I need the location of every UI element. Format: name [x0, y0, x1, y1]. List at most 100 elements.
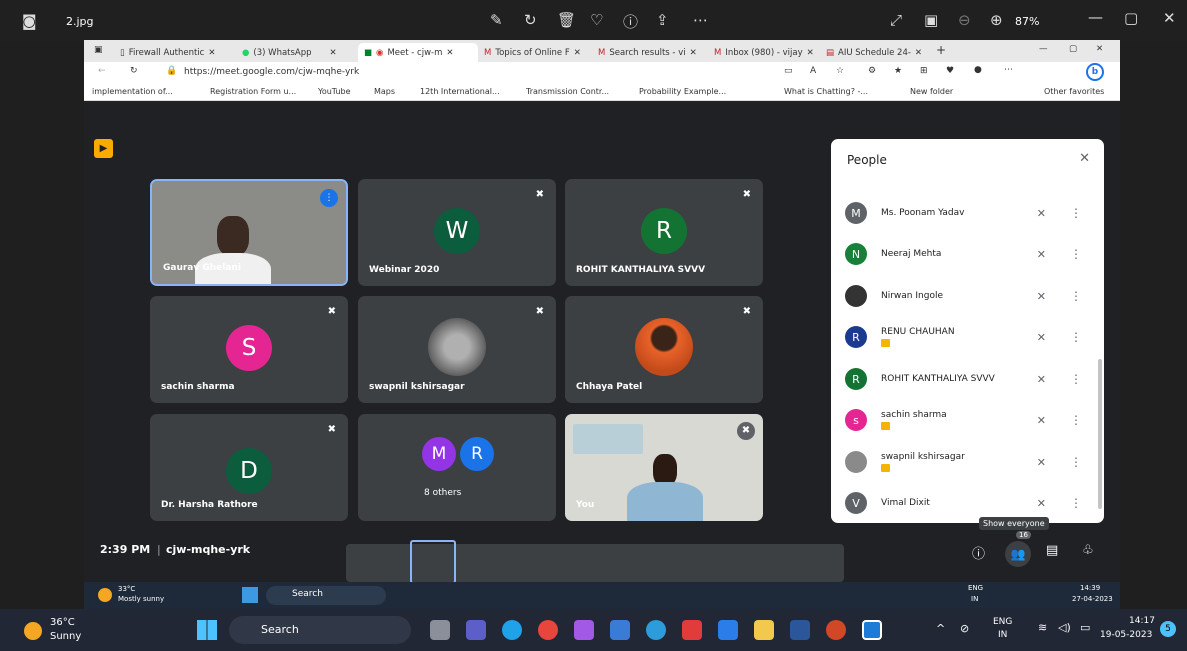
- wifi-icon[interactable]: ≋: [1038, 621, 1047, 634]
- participant-row[interactable]: swapnil kshirsagar ✕ ⋮: [845, 445, 1090, 479]
- fullscreen-icon[interactable]: ⤢: [890, 11, 902, 29]
- favorites-icon[interactable]: ★: [894, 66, 902, 76]
- more-options-icon[interactable]: ⋮: [1070, 496, 1082, 510]
- bookmark-item[interactable]: Transmission Contr...: [526, 87, 609, 96]
- read-aloud-icon[interactable]: A: [810, 66, 816, 76]
- fit-icon[interactable]: ▣: [924, 11, 938, 29]
- volume-icon[interactable]: ◁): [1058, 621, 1071, 634]
- share-icon[interactable]: ⇪: [656, 11, 669, 29]
- maximize-icon[interactable]: ▢: [1124, 9, 1138, 27]
- word-icon[interactable]: [790, 620, 810, 640]
- url-field[interactable]: https://meet.google.com/cjw-mqhe-yrk: [184, 67, 359, 77]
- favorite-star-icon[interactable]: ☆: [836, 66, 844, 76]
- people-icon[interactable]: 👥: [1005, 541, 1031, 567]
- more-options-icon[interactable]: ⋮: [1070, 206, 1082, 220]
- profile-icon[interactable]: ●: [974, 65, 982, 75]
- mcafee-icon[interactable]: [682, 620, 702, 640]
- collections-icon[interactable]: ⊞: [920, 66, 928, 76]
- zoom-out-icon[interactable]: ⊖: [958, 11, 971, 29]
- bookmark-item[interactable]: What is Chatting? -...: [784, 87, 868, 96]
- settings-more-icon[interactable]: ⋯: [1004, 65, 1013, 75]
- browser-minimize-icon[interactable]: —: [1039, 44, 1048, 54]
- tab-whatsapp[interactable]: ● (3) WhatsApp ✕: [236, 43, 358, 62]
- taskbar-search[interactable]: Search: [229, 616, 411, 644]
- tile-swapnil[interactable]: ✖ swapnil kshirsagar: [358, 296, 556, 403]
- tab-meet[interactable]: ■ ◉ Meet - cjw-m ✕: [358, 43, 478, 62]
- language[interactable]: ENG: [993, 617, 1012, 627]
- bookmark-folder-other[interactable]: Other favorites: [1044, 87, 1104, 96]
- favorite-icon[interactable]: ♡: [590, 11, 603, 29]
- tab-topics[interactable]: M Topics of Online F ✕: [478, 43, 592, 62]
- edge-icon[interactable]: [502, 620, 522, 640]
- extensions-icon[interactable]: ⚙: [868, 66, 876, 76]
- tab-close-icon[interactable]: ✕: [446, 48, 453, 58]
- browser-restore-icon[interactable]: ▢: [1069, 44, 1077, 54]
- participant-row[interactable]: R RENU CHAUHAN ✕ ⋮: [845, 320, 1090, 354]
- tile-harsha[interactable]: ✖ D Dr. Harsha Rathore: [150, 414, 348, 521]
- bing-icon[interactable]: b: [1086, 63, 1104, 81]
- tile-rohit[interactable]: ✖ R ROHIT KANTHALIYA SVVV: [565, 179, 763, 286]
- participant-row[interactable]: R ROHIT KANTHALIYA SVVV ✕ ⋮: [845, 362, 1090, 396]
- close-panel-icon[interactable]: ✕: [1079, 151, 1090, 166]
- visual-studio-icon[interactable]: [574, 620, 594, 640]
- tab-aiu[interactable]: ▤ AIU Schedule 24- ✕: [820, 43, 930, 62]
- participant-row[interactable]: V Vimal Dixit ✕ ⋮: [845, 486, 1090, 520]
- tab-close-icon[interactable]: ✕: [574, 48, 581, 58]
- delete-icon[interactable]: 🗑: [557, 11, 576, 29]
- tab-close-icon[interactable]: ✕: [807, 48, 814, 58]
- windows-start-icon[interactable]: [197, 620, 217, 640]
- bookmark-item[interactable]: Registration Form u...: [210, 87, 296, 96]
- more-options-icon[interactable]: ⋮: [1070, 455, 1082, 469]
- bookmark-item[interactable]: 12th International...: [420, 87, 500, 96]
- participant-row[interactable]: N Neeraj Mehta ✕ ⋮: [845, 237, 1090, 271]
- mdp-icon[interactable]: [718, 620, 738, 640]
- more-options-icon[interactable]: ⋮: [1070, 413, 1082, 427]
- browser-close-icon[interactable]: ✕: [1096, 44, 1103, 54]
- tab-firewall[interactable]: ▯ Firewall Authentic ✕: [114, 43, 236, 62]
- tab-actions-icon[interactable]: ▣: [94, 45, 103, 55]
- participant-row[interactable]: M Ms. Poonam Yadav ✕ ⋮: [845, 196, 1090, 230]
- more-options-icon[interactable]: ⋮: [1070, 289, 1082, 303]
- tab-close-icon[interactable]: ✕: [915, 48, 922, 58]
- minimize-icon[interactable]: —: [1088, 8, 1103, 26]
- bookmark-folder[interactable]: New folder: [910, 87, 953, 96]
- more-options-icon[interactable]: ⋮: [1070, 330, 1082, 344]
- meeting-badge-icon[interactable]: ▶: [94, 139, 113, 158]
- teams-icon[interactable]: [466, 620, 486, 640]
- tile-gaurav[interactable]: ⋮ Gaurav Ghelani: [150, 179, 348, 286]
- activities-icon[interactable]: ♧: [1082, 543, 1094, 558]
- refresh-icon[interactable]: ↻: [130, 66, 138, 76]
- bookmark-item[interactable]: YouTube: [318, 87, 351, 96]
- windows-start-icon[interactable]: [242, 587, 258, 603]
- battery-icon[interactable]: ▭: [1080, 621, 1090, 634]
- language-region[interactable]: IN: [998, 630, 1007, 640]
- cast-icon[interactable]: ▭: [784, 66, 793, 76]
- more-icon[interactable]: ⋯: [693, 11, 708, 29]
- tile-chhaya[interactable]: ✖ Chhaya Patel: [565, 296, 763, 403]
- tab-close-icon[interactable]: ✕: [330, 48, 337, 58]
- more-options-icon[interactable]: ⋮: [1070, 372, 1082, 386]
- tile-webinar[interactable]: ✖ W Webinar 2020: [358, 179, 556, 286]
- chat-icon[interactable]: ▤: [1046, 543, 1058, 558]
- chrome-icon[interactable]: [538, 620, 558, 640]
- notification-badge[interactable]: 5: [1160, 621, 1176, 637]
- photos-icon[interactable]: [862, 620, 882, 640]
- tile-sachin[interactable]: ✖ S sachin sharma: [150, 296, 348, 403]
- taskbar-search[interactable]: Search: [266, 586, 386, 605]
- bookmark-item[interactable]: Probability Example...: [639, 87, 726, 96]
- active-thumbnail[interactable]: [410, 540, 456, 584]
- tile-you[interactable]: ✖ You: [565, 414, 763, 521]
- info-icon[interactable]: ⓘ: [623, 11, 638, 32]
- scrollbar[interactable]: [1098, 359, 1102, 509]
- close-window-icon[interactable]: ✕: [1163, 9, 1176, 27]
- bookmark-item[interactable]: implementation of...: [92, 87, 173, 96]
- file-explorer-icon[interactable]: [754, 620, 774, 640]
- tab-close-icon[interactable]: ✕: [690, 48, 697, 58]
- weather-icon[interactable]: [24, 622, 42, 640]
- back-icon[interactable]: ←: [98, 66, 106, 76]
- store-icon[interactable]: [610, 620, 630, 640]
- clock-time[interactable]: 14:17: [1129, 616, 1155, 626]
- participant-row[interactable]: Nirwan Ingole ✕ ⋮: [845, 279, 1090, 313]
- participant-row[interactable]: s sachin sharma ✕ ⋮: [845, 403, 1090, 437]
- new-tab-icon[interactable]: +: [936, 43, 946, 57]
